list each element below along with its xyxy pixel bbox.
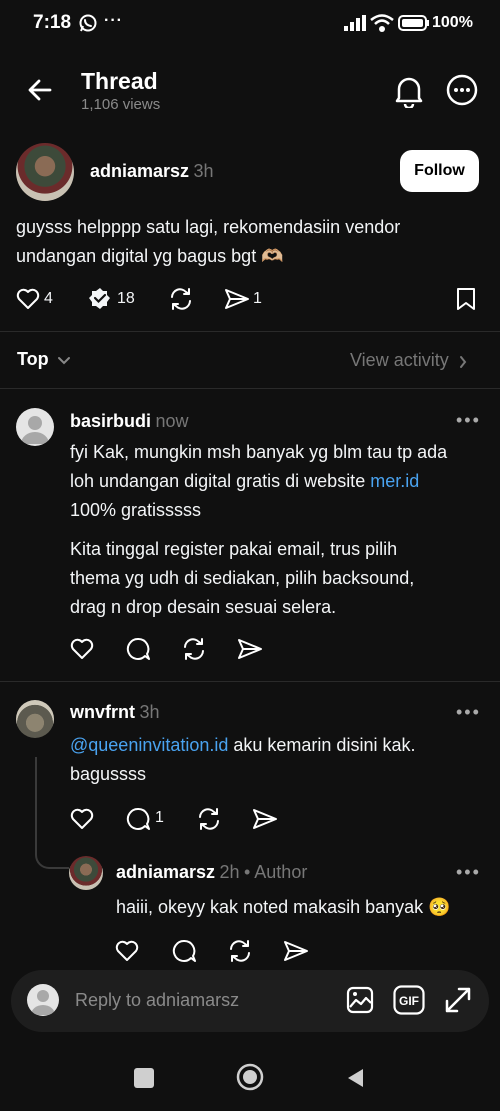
heart-icon[interactable] <box>70 808 94 830</box>
comment-text-line2: loh undangan digital gratis di website m… <box>70 467 419 496</box>
comment-author[interactable]: basirbudi now <box>70 411 189 432</box>
avatar <box>27 984 59 1016</box>
battery-icon <box>398 15 430 31</box>
comment-time: 3h <box>139 702 160 722</box>
view-activity-label: View activity <box>350 350 449 370</box>
status-time: 7:18 <box>33 12 72 33</box>
avatar[interactable] <box>16 143 74 201</box>
repost-icon[interactable] <box>227 939 253 963</box>
comment-text-line3: 100% gratisssss <box>70 500 202 520</box>
mention-link[interactable]: @queeninvitation.id <box>70 735 228 755</box>
repost-count: 18 <box>117 290 135 307</box>
bell-icon[interactable] <box>393 74 425 108</box>
divider <box>0 388 500 389</box>
reply-username[interactable]: adniamarsz <box>116 862 215 882</box>
post-text-line2: undangan digital yg bagus bgt 🫶🏼 <box>16 246 284 266</box>
divider <box>0 331 500 332</box>
comment-para2-line2: thema yg udh di sediakan, pilih backsoun… <box>70 568 415 588</box>
repost-icon[interactable] <box>168 287 194 311</box>
battery-percent: 100% <box>432 14 473 31</box>
website-link[interactable]: mer.id <box>370 471 419 491</box>
reply-count: 1 <box>155 809 164 826</box>
post-username[interactable]: adniamarsz <box>90 161 189 181</box>
home-button[interactable] <box>236 1063 264 1091</box>
comment-text-line1: fyi Kak, mungkin msh banyak yg blm tau t… <box>70 442 448 462</box>
recents-button[interactable] <box>134 1068 154 1088</box>
comment-username[interactable]: wnvfrnt <box>70 702 135 722</box>
thread-connector <box>35 757 69 869</box>
comment-icon[interactable] <box>125 637 151 661</box>
more-options-icon[interactable] <box>446 74 478 106</box>
follow-button[interactable]: Follow <box>400 150 479 192</box>
comment-para2-line3: drag n drop desain sesuai selera. <box>70 597 337 617</box>
gif-icon[interactable]: GIF <box>393 985 425 1015</box>
share-icon[interactable] <box>237 638 263 660</box>
whatsapp-icon <box>78 13 98 33</box>
comment-time: now <box>155 411 189 431</box>
heart-icon[interactable] <box>70 638 94 660</box>
comment-text: loh undangan digital gratis di website <box>70 471 371 491</box>
comment-para2-line1: Kita tinggal register pakai email, trus … <box>70 539 398 559</box>
post-author[interactable]: adniamarsz 3h <box>90 161 214 182</box>
heart-icon[interactable] <box>115 940 139 962</box>
wifi-icon <box>370 13 394 33</box>
svg-text:GIF: GIF <box>399 994 419 1008</box>
repost-check-icon[interactable] <box>88 287 112 311</box>
comment-text-line2: bagussss <box>70 764 147 784</box>
view-activity-link[interactable]: View activity <box>350 350 467 371</box>
comment-icon[interactable] <box>171 939 197 963</box>
post-time: 3h <box>193 161 214 181</box>
sort-dropdown[interactable]: Top <box>17 349 71 370</box>
comment-more-icon[interactable]: ••• <box>456 702 481 723</box>
comment-text: aku kemarin disini kak. <box>228 735 416 755</box>
avatar[interactable] <box>16 700 54 738</box>
view-count: 1,106 views <box>81 96 161 113</box>
status-more-dots: ··· <box>104 12 123 29</box>
avatar[interactable] <box>69 856 103 890</box>
comment-author[interactable]: wnvfrnt 3h <box>70 702 159 723</box>
share-icon[interactable] <box>283 940 309 962</box>
divider <box>0 681 500 682</box>
author-tag: • Author <box>243 862 308 882</box>
repost-icon[interactable] <box>196 807 222 831</box>
avatar[interactable] <box>16 408 54 446</box>
back-button[interactable] <box>345 1067 365 1089</box>
reply-more-icon[interactable]: ••• <box>456 862 481 883</box>
image-icon[interactable] <box>346 986 374 1014</box>
chevron-down-icon <box>57 356 71 366</box>
comment-icon[interactable] <box>125 807 151 831</box>
reply-author[interactable]: adniamarsz 2h • Author <box>116 862 307 883</box>
like-button[interactable] <box>16 288 40 310</box>
reply-input[interactable]: Reply to adniamarsz <box>75 990 239 1011</box>
back-arrow-icon[interactable] <box>26 76 54 104</box>
reply-text: haiii, okeyy kak noted makasih banyak 🥺 <box>116 897 451 917</box>
comment-username[interactable]: basirbudi <box>70 411 151 431</box>
comment-text-line1: @queeninvitation.id aku kemarin disini k… <box>70 731 415 760</box>
post-text-line1: guysss helpppp satu lagi, rekomendasiin … <box>16 217 401 237</box>
chevron-right-icon <box>459 355 467 369</box>
bookmark-icon[interactable] <box>456 287 476 311</box>
share-count: 1 <box>253 290 262 307</box>
signal-icon <box>344 15 366 31</box>
page-title: Thread <box>81 68 158 94</box>
expand-icon[interactable] <box>443 985 473 1015</box>
share-icon[interactable] <box>252 808 278 830</box>
like-count: 4 <box>44 290 53 307</box>
sort-label: Top <box>17 349 49 369</box>
share-icon[interactable] <box>224 288 250 310</box>
reply-time: 2h <box>219 862 240 882</box>
comment-more-icon[interactable]: ••• <box>456 410 481 431</box>
repost-icon[interactable] <box>181 637 207 661</box>
